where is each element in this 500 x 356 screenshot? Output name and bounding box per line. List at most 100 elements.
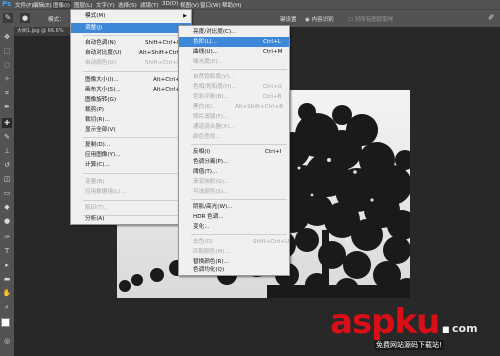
menu-help[interactable]: 帮助(H) xyxy=(222,1,241,9)
menu-row-auto-color: 自动颜色(O) Shift+Ctrl+B xyxy=(85,60,181,66)
menu-row-crop[interactable]: 裁剪(P) xyxy=(71,105,191,115)
submenu-arrow-icon: ▶ xyxy=(183,13,187,19)
menu-view[interactable]: 视图(V) xyxy=(180,1,199,9)
menu-separator xyxy=(191,234,287,235)
sample-all-layers-label: 对所有图层取样 xyxy=(354,17,394,23)
brush-tool-icon[interactable]: ✎ xyxy=(2,132,12,142)
menu-row-hue-saturation: 色相/饱和度(H)... Ctrl+U xyxy=(193,84,282,90)
photoshop-logo: Ps xyxy=(2,0,12,8)
dodge-tool-icon[interactable]: ● xyxy=(2,216,12,226)
path-select-icon[interactable]: ▸ xyxy=(2,260,12,270)
menu-row-gradient-map: 渐变映射(G)... xyxy=(193,179,230,185)
menu-type[interactable]: 文字(Y) xyxy=(96,1,115,9)
menu-row-shadows-highlights[interactable]: 阴影/高光(W)... xyxy=(179,202,289,212)
brush-preset-icon[interactable]: ✎ xyxy=(3,13,13,23)
menu-row-match-color: 匹配颜色(M)... xyxy=(193,249,230,255)
menu-row-auto-contrast[interactable]: 自动对比度(U) Alt+Shift+Ctrl+L xyxy=(71,48,191,58)
menu-row-color-balance: 色彩平衡(B)... Ctrl+B xyxy=(193,94,282,100)
menu-separator xyxy=(191,199,287,200)
brush-size-icon[interactable]: ● xyxy=(20,13,30,23)
menu-row-variables: 变量(B)▶ xyxy=(71,177,191,187)
gradient-tool-icon[interactable]: ▭ xyxy=(2,188,12,198)
menu-row-calculations[interactable]: 计算(C)... xyxy=(71,160,191,170)
menu-window[interactable]: 窗口(W) xyxy=(200,1,221,9)
menu-separator xyxy=(83,35,189,36)
menu-row-curves[interactable]: 曲线(U)... Ctrl+M xyxy=(179,47,289,57)
menu-row-duplicate[interactable]: 复制(D)... xyxy=(71,140,191,150)
quick-select-icon[interactable]: ✧ xyxy=(2,74,12,84)
menu-layer[interactable]: 图层(L) xyxy=(74,1,92,9)
stamp-tool-icon[interactable]: ⊥ xyxy=(2,146,12,156)
menu-row-photo-filter: 照片滤镜(F)... xyxy=(193,114,229,120)
menu-row-image-rotation[interactable]: 图像旋转(G)▶ xyxy=(71,95,191,105)
content-aware-option[interactable]: ◉ 内容识别 xyxy=(305,15,334,23)
mode-label: 模式： xyxy=(48,17,65,23)
sample-all-layers-option[interactable]: ☐ 对所有图层取样 xyxy=(348,15,393,23)
pen-tool-icon[interactable]: ✑ xyxy=(2,232,12,242)
menu-row-analysis[interactable]: 分析(A)▶ xyxy=(71,214,191,224)
menu-row-canvas-size[interactable]: 画布大小(S)... Alt+Ctrl+C xyxy=(71,85,191,95)
menu-select[interactable]: 选择(S) xyxy=(118,1,137,9)
hand-tool-icon[interactable]: ✋ xyxy=(2,288,12,298)
marquee-tool-icon[interactable]: ⬚ xyxy=(2,46,12,56)
menu-row-mode: 模式(M) ▶ xyxy=(85,13,187,19)
blur-tool-icon[interactable]: ◆ xyxy=(2,202,12,212)
quick-mask-icon[interactable]: ◎ xyxy=(2,336,12,346)
menu-row-vibrance: 自然饱和度(V)... xyxy=(193,74,235,80)
image-menu: 模式(M)▶ 调整(J)▶ 自动色调(N)Shift+Ctrl+L 自动对比度(… xyxy=(70,9,192,225)
menu-row-exposure: 曝光度(E)... xyxy=(193,59,224,65)
adjustments-submenu: 亮度/对比度(C)... 色阶(L)... Ctrl+L 曲线(U)... Ctrl… xyxy=(178,25,290,276)
menu-filter[interactable]: 滤镜(T) xyxy=(140,1,159,9)
pressure-icon[interactable]: ✐ xyxy=(488,13,495,22)
menu-row-hdr-toning[interactable]: HDR 色调... xyxy=(179,212,289,222)
menu-row-black-white: 黑白(K)... Alt+Shift+Ctrl+B xyxy=(193,104,284,110)
move-tool-icon[interactable]: ✥ xyxy=(2,32,12,42)
menu-separator xyxy=(83,137,189,138)
menu-file[interactable]: 文件(F) xyxy=(15,1,33,9)
menu-row-invert[interactable]: 反相(I) Ctrl+I xyxy=(179,147,289,157)
sample-key-label: 键设置 xyxy=(280,17,297,23)
type-tool-icon[interactable]: T xyxy=(2,246,12,256)
menu-row-selective-color: 可选颜色(S)... xyxy=(193,189,229,195)
menu-separator xyxy=(191,144,287,145)
menu-row-levels[interactable]: 色阶(L)... Ctrl+L xyxy=(179,37,289,47)
menu-row-posterize[interactable]: 色调分离(P)... xyxy=(179,157,289,167)
menu-row-image-size[interactable]: 图像大小(I)... Alt+Ctrl+I xyxy=(71,75,191,85)
watermark-tagline: 免费网站源码下载站! xyxy=(374,340,444,350)
menu-separator xyxy=(83,200,189,201)
menu-row-brightness-contrast[interactable]: 亮度/对比度(C)... xyxy=(179,27,289,37)
menu-row-reveal-all[interactable]: 显示全部(V) xyxy=(71,125,191,135)
foreground-color-swatch[interactable] xyxy=(1,318,10,327)
history-brush-icon[interactable]: ↺ xyxy=(2,160,12,170)
menu-separator xyxy=(83,71,189,72)
menu-row-auto-tone[interactable]: 自动色调(N) Shift+Ctrl+L xyxy=(71,38,191,48)
menu-image[interactable]: 图像(I) xyxy=(52,1,71,9)
menu-separator xyxy=(83,173,189,174)
menu-row-apply-image[interactable]: 应用图像(Y)... xyxy=(71,150,191,160)
zoom-tool-icon[interactable]: ⌕ xyxy=(2,302,12,312)
healing-brush-icon[interactable]: ✚ xyxy=(2,118,12,128)
shape-tool-icon[interactable]: ▬ xyxy=(2,274,12,284)
watermark-logo: aspku. xyxy=(330,302,452,342)
menu-row-adjustments[interactable]: 调整(J)▶ xyxy=(71,23,191,33)
menu-row-apply-data-set: 应用数据组(L)... xyxy=(85,189,126,195)
menu-edit[interactable]: 编辑(E) xyxy=(33,1,52,9)
menu-row-channel-mixer: 通道混合器(X)... xyxy=(193,124,235,130)
eyedropper-tool-icon[interactable]: ✒ xyxy=(2,102,12,112)
watermark-tld: com xyxy=(452,322,478,335)
lasso-tool-icon[interactable]: ◌ xyxy=(2,60,12,70)
eraser-tool-icon[interactable]: ◫ xyxy=(2,174,12,184)
crop-tool-icon[interactable]: ⌗ xyxy=(2,88,12,98)
menu-row-equalize[interactable]: 色调均化(Q) xyxy=(179,265,289,275)
menu-row-trap: 陷印(T)... xyxy=(85,205,110,211)
menu-row-color-lookup: 颜色查找... xyxy=(193,134,221,140)
menu-row-variations[interactable]: 变化... xyxy=(179,222,289,232)
menu-row-trim[interactable]: 裁切(R)... xyxy=(71,115,191,125)
tools-panel: ✥ ⬚ ◌ ✧ ⌗ ✒ ✚ ✎ ⊥ ↺ ◫ ▭ ◆ ● ✑ T ▸ ▬ ✋ ⌕ … xyxy=(0,26,14,356)
document-tab[interactable]: 大树1.jpg @ 66.6% xyxy=(14,27,77,36)
menu-row-threshold[interactable]: 阈值(T)... xyxy=(179,167,289,177)
menu-3d[interactable]: 3D(D) xyxy=(162,1,178,7)
menu-row-desaturate: 去色(D) Shift+Ctrl+U xyxy=(193,239,290,245)
menu-bar: Ps 文件(F) 编辑(E) 图像(I) 图层(L) 文字(Y) 选择(S) 滤… xyxy=(0,0,500,9)
content-aware-label: 内容识别 xyxy=(311,17,334,23)
